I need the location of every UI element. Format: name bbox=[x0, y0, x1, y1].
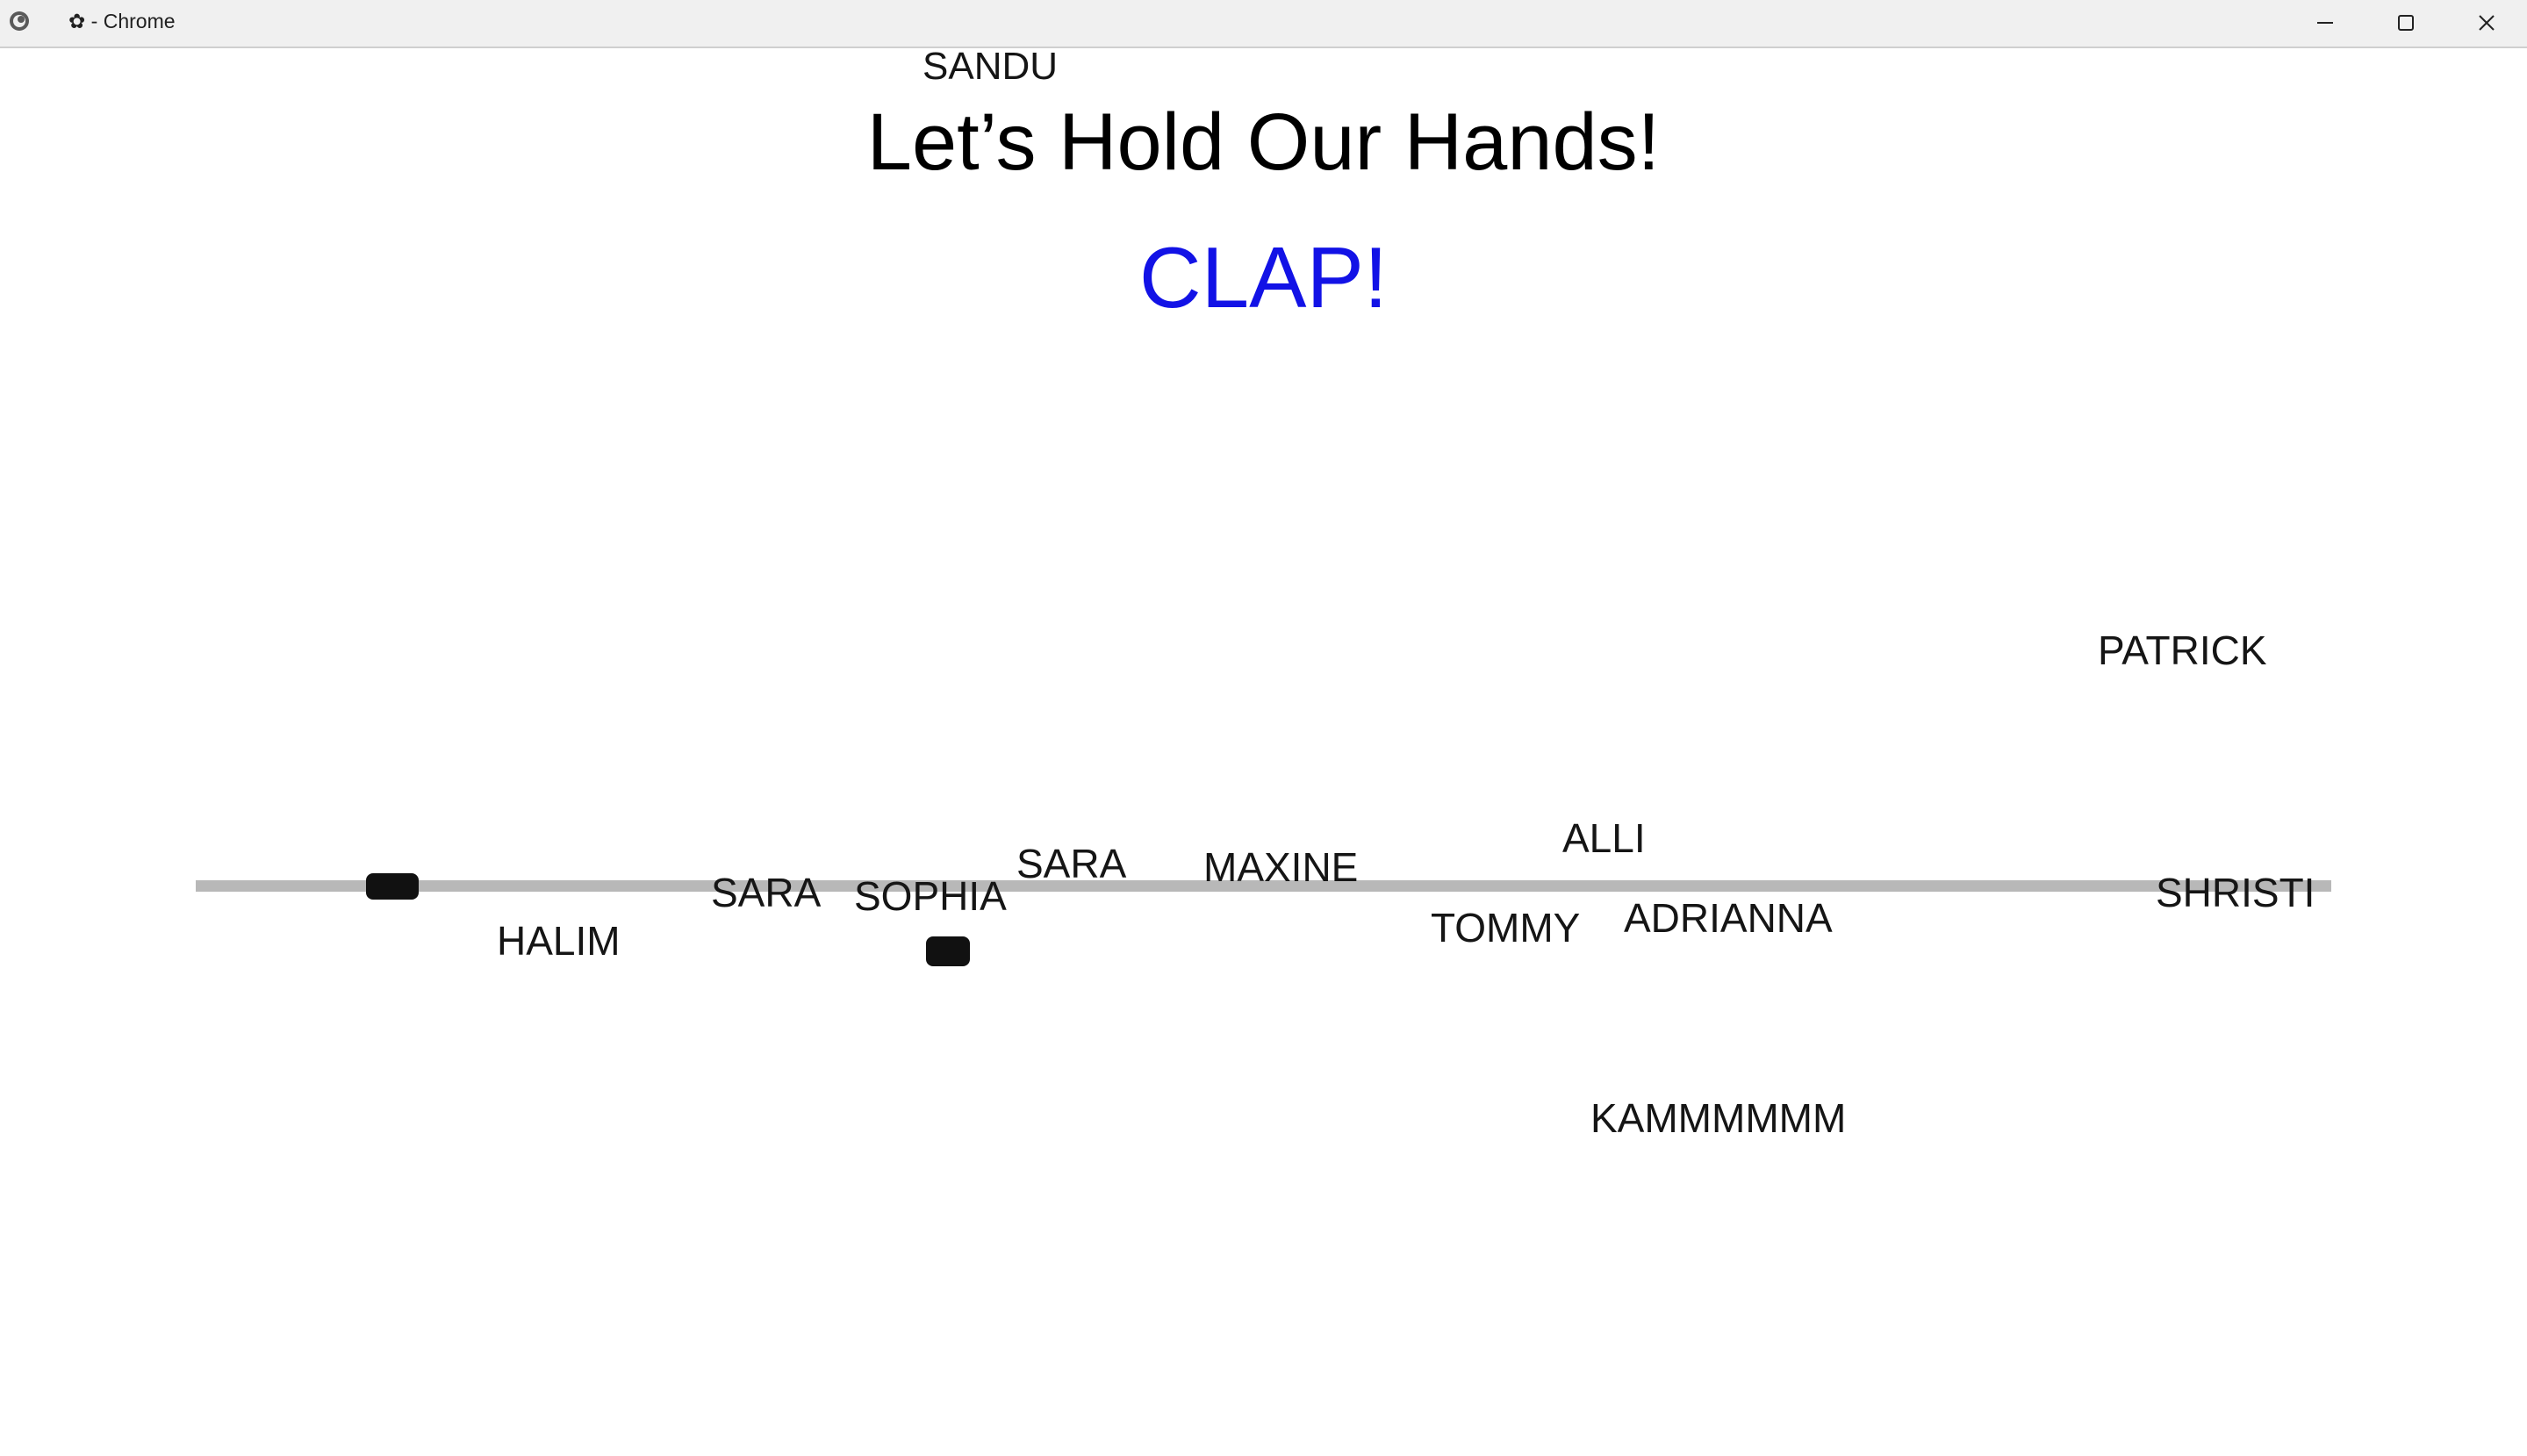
name-patrick: PATRICK bbox=[2098, 628, 2267, 673]
page-content: Let’s Hold Our Hands! CLAP! SANDU PATRIC… bbox=[0, 45, 2527, 1456]
name-adrianna: ADRIANNA bbox=[1624, 895, 1833, 941]
name-sara-top: SARA bbox=[1016, 841, 1127, 886]
close-icon bbox=[2479, 15, 2495, 31]
name-tommy: TOMMY bbox=[1431, 905, 1581, 950]
name-sophia: SOPHIA bbox=[854, 873, 1007, 919]
clap-button[interactable]: CLAP! bbox=[0, 226, 2527, 328]
minimize-icon bbox=[2317, 22, 2333, 24]
name-sandu: SANDU bbox=[922, 45, 1059, 88]
name-alli: ALLI bbox=[1562, 815, 1646, 861]
window-titlebar: ✿ - Chrome bbox=[0, 0, 2527, 48]
scribble-icon bbox=[926, 936, 970, 966]
minimize-button[interactable] bbox=[2285, 0, 2365, 46]
window-title: ✿ - Chrome bbox=[68, 10, 176, 32]
name-maxine: MAXINE bbox=[1203, 844, 1359, 890]
scribble-icon bbox=[366, 873, 419, 900]
maximize-icon bbox=[2398, 15, 2414, 31]
close-button[interactable] bbox=[2446, 0, 2527, 46]
name-halim: HALIM bbox=[497, 918, 621, 964]
maximize-button[interactable] bbox=[2365, 0, 2446, 46]
name-kammmmmm: KAMMMMMM bbox=[1590, 1095, 1847, 1141]
page-title: Let’s Hold Our Hands! bbox=[866, 97, 1661, 187]
name-sara-left: SARA bbox=[711, 870, 822, 915]
browser-globe-icon bbox=[10, 11, 29, 31]
name-shristi: SHRISTI bbox=[2156, 870, 2315, 915]
